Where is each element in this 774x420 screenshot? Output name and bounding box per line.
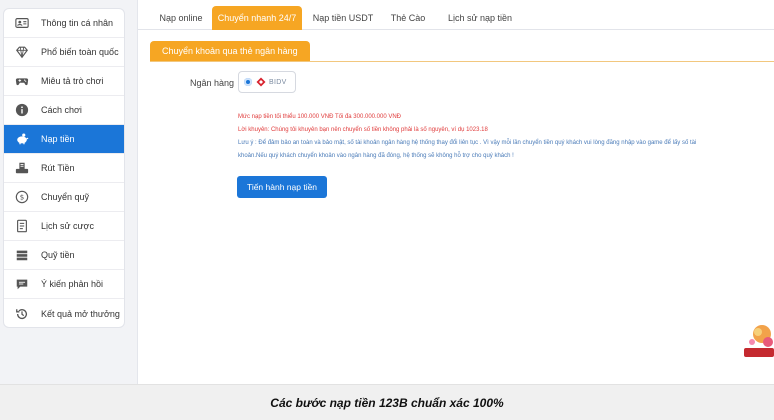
image-caption: Các bước nạp tiền 123B chuẩn xác 100%: [270, 395, 504, 410]
sidebar-item-game-description[interactable]: Miêu tả trò chơi: [4, 67, 124, 96]
tab-fast-transfer[interactable]: Chuyển nhanh 24/7: [212, 6, 302, 30]
sidebar-item-label: Quỹ tiền: [41, 250, 75, 260]
sidebar-item-label: Chuyển quỹ: [41, 192, 90, 202]
sidebar-item-label: Cách chơi: [41, 105, 82, 115]
deposit-tabs: Nạp online Chuyển nhanh 24/7 Nạp tiền US…: [138, 6, 774, 30]
piggy-bank-icon: [13, 130, 31, 148]
gamepad-icon: [13, 72, 31, 90]
deposit-limit-note: Mức nạp tiền tối thiểu 100.000 VNĐ Tối đ…: [238, 114, 402, 120]
sidebar-item-fund[interactable]: Quỹ tiền: [4, 241, 124, 270]
diamond-icon: [13, 43, 31, 61]
sidebar-item-label: Rút Tiền: [41, 163, 75, 173]
sidebar-item-how-to-play[interactable]: Cách chơi: [4, 96, 124, 125]
bank-label: Ngân hàng: [190, 78, 235, 88]
advice-note: Lời khuyên: Chúng tôi khuyên bạn nên chu…: [238, 127, 488, 133]
sidebar-item-label: Kết quả mở thưởng: [41, 308, 120, 319]
caption-bar: Các bước nạp tiền 123B chuẩn xác 100%: [0, 384, 774, 420]
main-panel: Nạp online Chuyển nhanh 24/7 Nạp tiền US…: [137, 0, 774, 384]
transfer-icon: $: [13, 188, 31, 206]
sidebar-item-lottery-results[interactable]: Kết quả mở thưởng: [4, 299, 124, 327]
proceed-deposit-button[interactable]: Tiến hành nạp tiền: [237, 176, 327, 198]
feedback-icon: [13, 275, 31, 293]
sidebar-item-feedback[interactable]: Ý kiến phản hồi: [4, 270, 124, 299]
tab-deposit-history[interactable]: Lịch sử nạp tiền: [442, 6, 518, 30]
sidebar-item-label: Nạp tiền: [41, 134, 75, 144]
subtab-divider: [150, 61, 774, 62]
sidebar-menu: Thông tin cá nhân Phổ biến toàn quốc Miê…: [3, 8, 125, 328]
sidebar-item-transfer[interactable]: $ Chuyển quỹ: [4, 183, 124, 212]
caution-note-line-2: khoản.Nếu quý khách chuyển khoản vào ngâ…: [238, 153, 514, 159]
bank-name: BIDV: [269, 78, 287, 86]
info-icon: [13, 101, 31, 119]
sidebar-item-withdraw[interactable]: Rút Tiền: [4, 154, 124, 183]
bet-history-icon: [13, 217, 31, 235]
sidebar-item-label: Miêu tả trò chơi: [41, 76, 104, 86]
screen: Thông tin cá nhân Phổ biến toàn quốc Miê…: [0, 0, 774, 384]
sidebar-item-label: Lịch sử cược: [41, 221, 94, 231]
sidebar-item-label: Phổ biến toàn quốc: [41, 47, 119, 57]
history-icon: [13, 305, 31, 323]
sidebar-item-label: Thông tin cá nhân: [41, 18, 114, 28]
bidv-logo-icon: [256, 77, 266, 87]
subtab-bank-transfer[interactable]: Chuyển khoản qua thẻ ngân hàng: [150, 41, 310, 61]
sidebar-item-bet-history[interactable]: Lịch sử cược: [4, 212, 124, 241]
sidebar-item-deposit[interactable]: Nạp tiền: [4, 125, 124, 154]
promo-badge-icon[interactable]: [740, 322, 774, 362]
svg-text:$: $: [20, 194, 24, 202]
caution-note-line-1: Lưu ý : Để đảm bảo an toàn và bảo mật, s…: [238, 140, 697, 146]
sidebar-item-personal-info[interactable]: Thông tin cá nhân: [4, 9, 124, 38]
user-card-icon: [13, 14, 31, 32]
radio-selected-icon: [244, 78, 252, 86]
tab-usdt-deposit[interactable]: Nạp tiền USDT: [310, 6, 376, 30]
tab-online-deposit[interactable]: Nạp online: [150, 6, 212, 30]
sidebar-item-national[interactable]: Phổ biến toàn quốc: [4, 38, 124, 67]
sidebar-item-label: Ý kiến phản hồi: [41, 279, 104, 289]
withdraw-icon: [13, 159, 31, 177]
fund-icon: [13, 246, 31, 264]
tab-scratch-card[interactable]: Thẻ Cào: [388, 6, 428, 30]
bank-option-bidv[interactable]: BIDV: [238, 71, 296, 93]
